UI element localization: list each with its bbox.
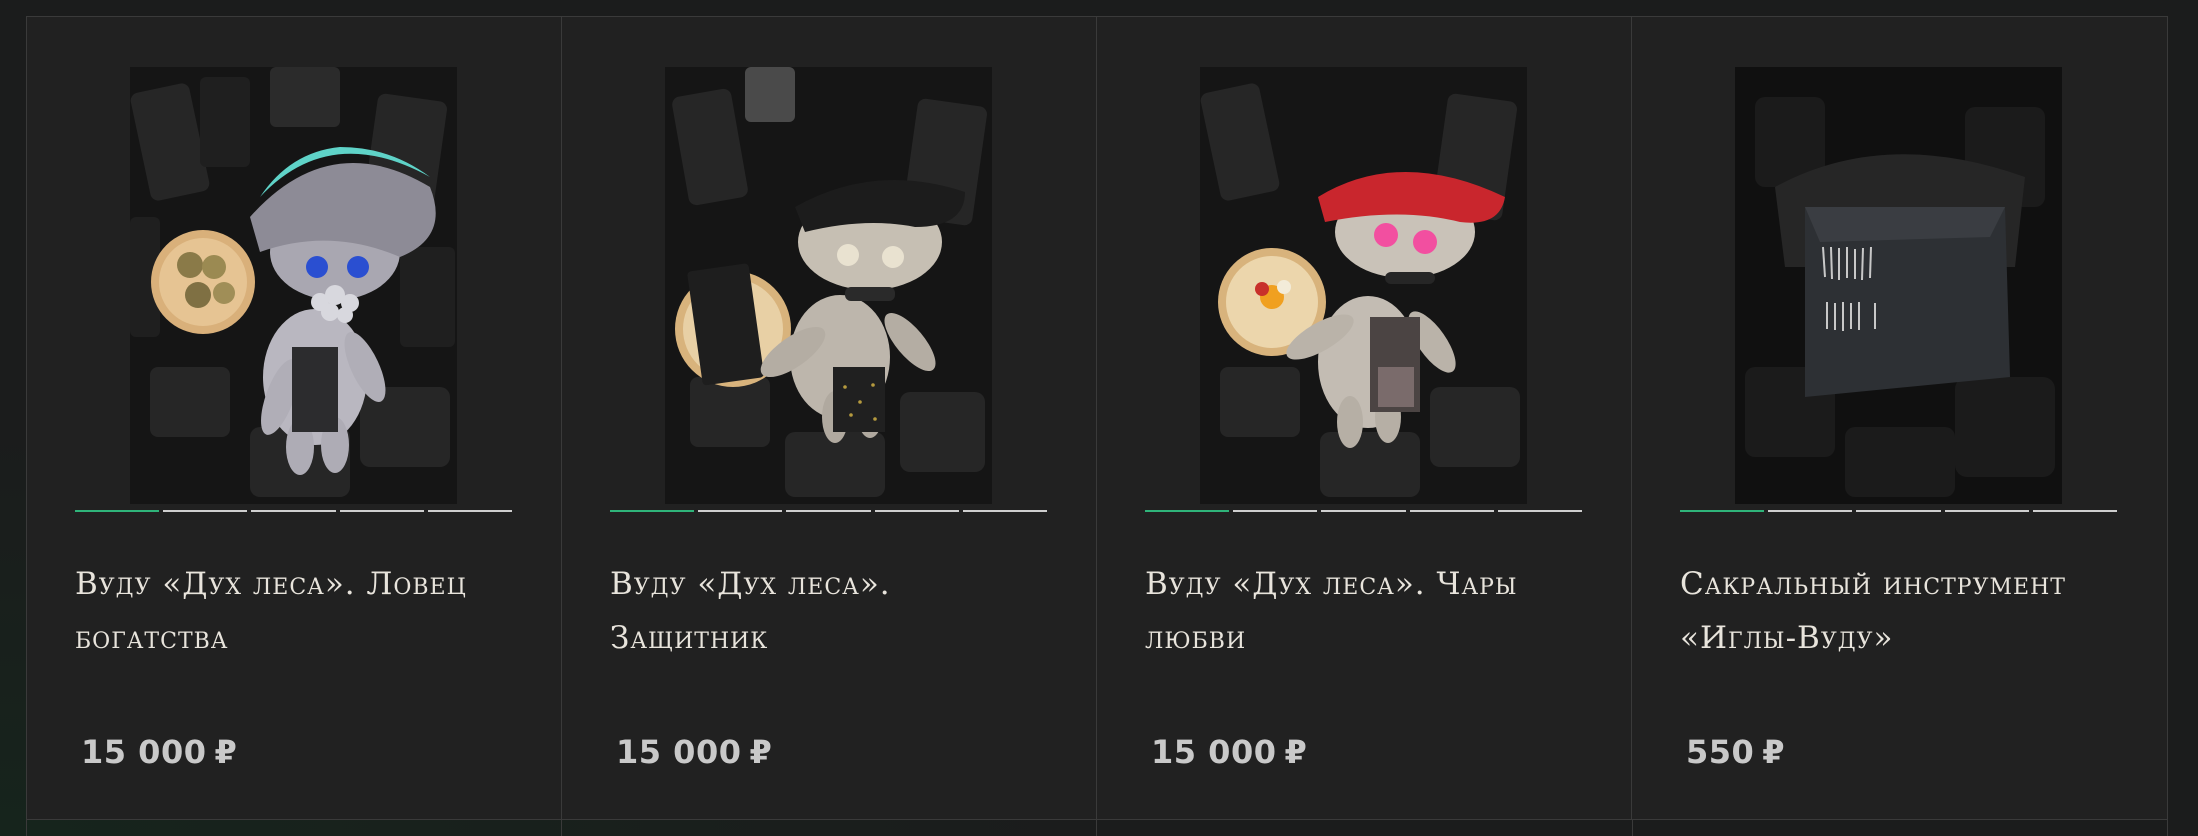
slide-dot[interactable] <box>1145 510 1230 512</box>
slide-dot[interactable] <box>1409 510 1494 512</box>
price-value: 15 000 <box>81 733 207 771</box>
product-photo[interactable] <box>1200 67 1527 504</box>
slide-dot[interactable] <box>427 510 513 512</box>
product-card[interactable]: Вуду «Дух леса». Чары любви 15 000 ₽ <box>1097 17 1632 819</box>
voodoo-doll-red-hat-image <box>1200 67 1527 504</box>
price-value: 15 000 <box>616 733 742 771</box>
grid-divider <box>26 820 27 836</box>
voodoo-needles-pouch-image <box>1735 67 2062 504</box>
slide-dot[interactable] <box>610 510 695 512</box>
grid-divider <box>1096 820 1097 836</box>
product-title[interactable]: Сакральный инструмент «Иглы-Вуду» <box>1680 557 2120 665</box>
slide-dot[interactable] <box>2032 510 2118 512</box>
product-grid-page: Вуду «Дух леса». Ловец богатства 15 000 ₽ <box>0 0 2198 836</box>
slide-dot[interactable] <box>1944 510 2029 512</box>
currency-symbol: ₽ <box>1284 733 1308 771</box>
voodoo-doll-teal-hat-image <box>130 67 457 504</box>
slide-dot[interactable] <box>1233 510 1318 512</box>
slide-dot[interactable] <box>874 510 959 512</box>
grid-divider <box>2167 820 2168 836</box>
slide-dot[interactable] <box>163 510 248 512</box>
product-price: 15 000 ₽ <box>616 733 772 771</box>
product-card[interactable]: Сакральный инструмент «Иглы-Вуду» 550 ₽ <box>1632 17 2167 819</box>
grid-divider <box>561 820 562 836</box>
grid-divider <box>26 819 2168 820</box>
grid-divider <box>1632 820 1633 836</box>
product-price: 550 ₽ <box>1686 733 1785 771</box>
product-photo[interactable] <box>130 67 457 504</box>
slide-indicator[interactable] <box>1680 510 2118 513</box>
slide-dot[interactable] <box>339 510 424 512</box>
product-price: 15 000 ₽ <box>1151 733 1307 771</box>
product-title[interactable]: Вуду «Дух леса». Ловец богатства <box>75 557 515 665</box>
slide-dot[interactable] <box>786 510 871 512</box>
currency-symbol: ₽ <box>749 733 773 771</box>
currency-symbol: ₽ <box>1762 733 1786 771</box>
slide-dot[interactable] <box>1680 510 1765 512</box>
price-value: 550 <box>1686 733 1755 771</box>
slide-indicator[interactable] <box>610 510 1048 513</box>
currency-symbol: ₽ <box>214 733 238 771</box>
product-photo[interactable] <box>1735 67 2062 504</box>
product-photo[interactable] <box>665 67 992 504</box>
product-card[interactable]: Вуду «Дух леса». Ловец богатства 15 000 ₽ <box>27 17 562 819</box>
slide-indicator[interactable] <box>75 510 513 513</box>
slide-dot[interactable] <box>698 510 783 512</box>
product-card[interactable]: Вуду «Дух леса». Защитник 15 000 ₽ <box>562 17 1097 819</box>
slide-dot[interactable] <box>1497 510 1583 512</box>
slide-indicator[interactable] <box>1145 510 1583 513</box>
price-value: 15 000 <box>1151 733 1277 771</box>
product-title[interactable]: Вуду «Дух леса». Чары любви <box>1145 557 1585 665</box>
slide-dot[interactable] <box>962 510 1048 512</box>
slide-dot[interactable] <box>1768 510 1853 512</box>
slide-dot[interactable] <box>1321 510 1406 512</box>
slide-dot[interactable] <box>1856 510 1941 512</box>
slide-dot[interactable] <box>75 510 160 512</box>
product-price: 15 000 ₽ <box>81 733 237 771</box>
product-title[interactable]: Вуду «Дух леса». Защитник <box>610 557 1050 665</box>
voodoo-doll-black-hat-image <box>665 67 992 504</box>
product-grid: Вуду «Дух леса». Ловец богатства 15 000 ₽ <box>26 16 2168 820</box>
slide-dot[interactable] <box>251 510 336 512</box>
